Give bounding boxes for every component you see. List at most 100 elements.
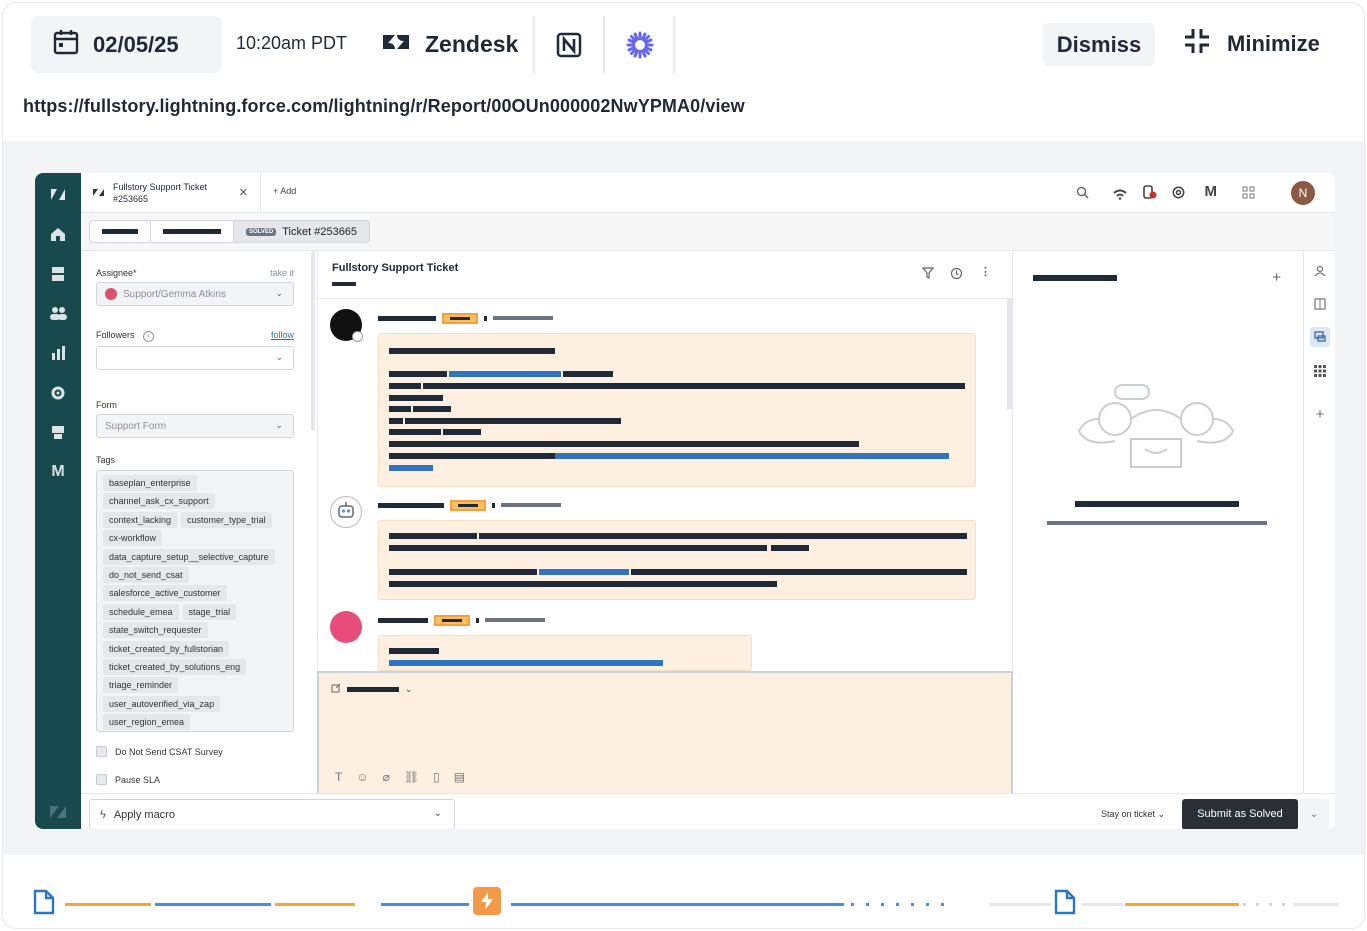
tag-chip[interactable]: channel_ask_cx_support [103,493,215,510]
app-brand: Zendesk [383,31,518,58]
scrollbar[interactable] [311,251,315,431]
avatar[interactable]: N [1291,181,1315,205]
notification-icon[interactable] [1143,185,1157,205]
breadcrumb: SOLVED Ticket #253665 [81,213,1335,251]
notion-logo-icon[interactable] [555,31,583,64]
m-app-icon[interactable]: M [49,463,67,481]
link-icon[interactable]: ⛓ [404,770,419,784]
take-it-link[interactable]: take it [270,268,294,278]
bolt-icon[interactable] [473,887,501,915]
tag-row: state_switch_requester [103,622,287,639]
form-value: Support Form [105,420,167,432]
tag-chip[interactable]: cx-workflow [103,530,163,547]
file-icon[interactable] [1054,889,1076,920]
asterisk-logo-icon[interactable] [625,30,655,65]
breadcrumb-requester[interactable] [151,221,234,242]
context-sidebar: + [1303,251,1335,793]
history-icon[interactable] [950,267,963,283]
conversation-subtitle [332,282,356,286]
more-icon[interactable]: ⋮ [980,265,991,278]
breadcrumb-organization[interactable] [90,221,151,242]
tag-chip[interactable]: state_switch_requester [103,622,208,639]
m-app-icon[interactable]: M [1205,183,1218,200]
help-icon[interactable] [1172,186,1185,204]
submit-options-button[interactable]: ⌄ [1299,799,1329,829]
info-icon[interactable]: i [143,331,155,342]
customers-icon[interactable] [49,304,67,322]
wifi-icon[interactable] [1113,187,1127,205]
checkbox-icon [96,746,107,757]
tab-title-line1: Fullstory Support Ticket [113,182,208,192]
context-panel: + [1013,251,1303,793]
add-icon[interactable]: + [1310,404,1330,424]
gear-icon[interactable] [49,384,67,402]
close-icon[interactable]: ✕ [239,186,248,199]
followers-label-text: Followers [96,330,135,340]
page-url: https://fullstory.lightning.force.com/li… [23,96,745,116]
tag-chip[interactable]: schedule_emea [103,603,179,620]
user-icon[interactable] [1310,261,1330,281]
add-tab-button[interactable]: + Add [273,186,296,196]
session-timeline [3,855,1364,928]
chevron-down-icon: ⌄ [275,420,283,430]
sla-checkbox[interactable]: Pause SLA [96,774,160,785]
tag-chip[interactable]: context_lacking [103,511,178,528]
apps-grid-icon[interactable] [1310,361,1330,381]
tag-chip[interactable]: data_capture_setup__selective_capture [103,548,275,565]
tag-row: baseplan_enterprise [103,475,287,491]
tag-chip[interactable]: ticket_created_by_fullstorian [103,640,230,657]
divider [603,16,605,73]
views-icon[interactable] [49,265,67,283]
apps-icon[interactable] [49,423,67,441]
follow-link[interactable]: follow [271,330,294,340]
tag-chip[interactable]: triage_reminder [103,677,179,694]
tag-row: user_autoverified_via_zap [103,695,287,712]
tag-row: channel_ask_cx_support [103,493,287,510]
document-icon[interactable]: ▯ [433,770,440,784]
scrollbar[interactable] [1007,299,1012,409]
knowledge-icon[interactable] [1310,294,1330,314]
session-header: 02/05/25 10:20am PDT Zendesk Dismiss Min… [3,3,1364,143]
reporting-icon[interactable] [49,344,67,362]
tag-chip[interactable]: do_not_send_csat [103,566,189,583]
breadcrumb-ticket[interactable]: SOLVED Ticket #253665 [234,221,370,242]
search-icon[interactable] [1076,186,1089,204]
dismiss-button[interactable]: Dismiss [1043,23,1155,66]
assignee-field[interactable]: Support/Gemma Atkins ⌄ [96,282,294,306]
tag-chip[interactable]: stage_trial [182,603,237,620]
csat-checkbox[interactable]: Do Not Send CSAT Survey [96,746,223,757]
grid-icon[interactable] [1242,186,1255,204]
tag-chip[interactable]: ticket_created_by_solutions_eng [103,658,247,675]
apply-macro-select[interactable]: ϟ Apply macro ⌄ [89,799,455,829]
add-icon[interactable]: + [1272,269,1281,286]
tag-chip[interactable]: baseplan_enterprise [103,475,197,491]
filter-icon[interactable] [921,267,935,282]
stay-on-ticket-select[interactable]: Stay on ticket ⌄ [1101,809,1165,820]
zendesk-logo-icon[interactable] [49,185,67,203]
zendesk-footer-icon[interactable] [49,803,67,821]
minimize-button[interactable]: Minimize [1183,27,1320,61]
composer-toolbar: T ☺ ⌀ ⛓ ▯ ▤ [335,770,465,784]
text-format-icon[interactable]: T [335,770,342,784]
submit-button[interactable]: Submit as Solved [1182,799,1298,829]
tags-field[interactable]: baseplan_enterprise channel_ask_cx_suppor… [96,470,294,732]
reply-composer[interactable]: ⌄ T ☺ ⌀ ⛓ ▯ ▤ [317,671,1013,795]
tab-ticket[interactable]: Fullstory Support Ticket #253665 ✕ [81,173,261,213]
conversations-icon[interactable] [1310,327,1330,347]
tag-row: do_not_send_csat [103,566,287,583]
tag-chip[interactable]: customer_type_trial [181,511,272,528]
tag-chip[interactable]: user_autoverified_via_zap [103,695,221,712]
knowledge-icon[interactable]: ▤ [454,770,465,784]
home-icon[interactable] [49,225,67,243]
empty-state-text [1047,521,1267,525]
attachment-icon[interactable]: ⌀ [383,770,390,784]
emoji-icon[interactable]: ☺ [356,770,368,784]
tag-chip[interactable]: user_region_emea [103,714,191,731]
form-select[interactable]: Support Form ⌄ [96,414,294,438]
tag-row: user_region_emea [103,714,287,731]
followers-field[interactable]: ⌄ [96,346,294,370]
file-icon[interactable] [33,889,55,920]
nav-rail: M [35,173,81,829]
reply-type-selector[interactable]: ⌄ [331,683,413,695]
tag-chip[interactable]: salesforce_active_customer [103,585,227,602]
